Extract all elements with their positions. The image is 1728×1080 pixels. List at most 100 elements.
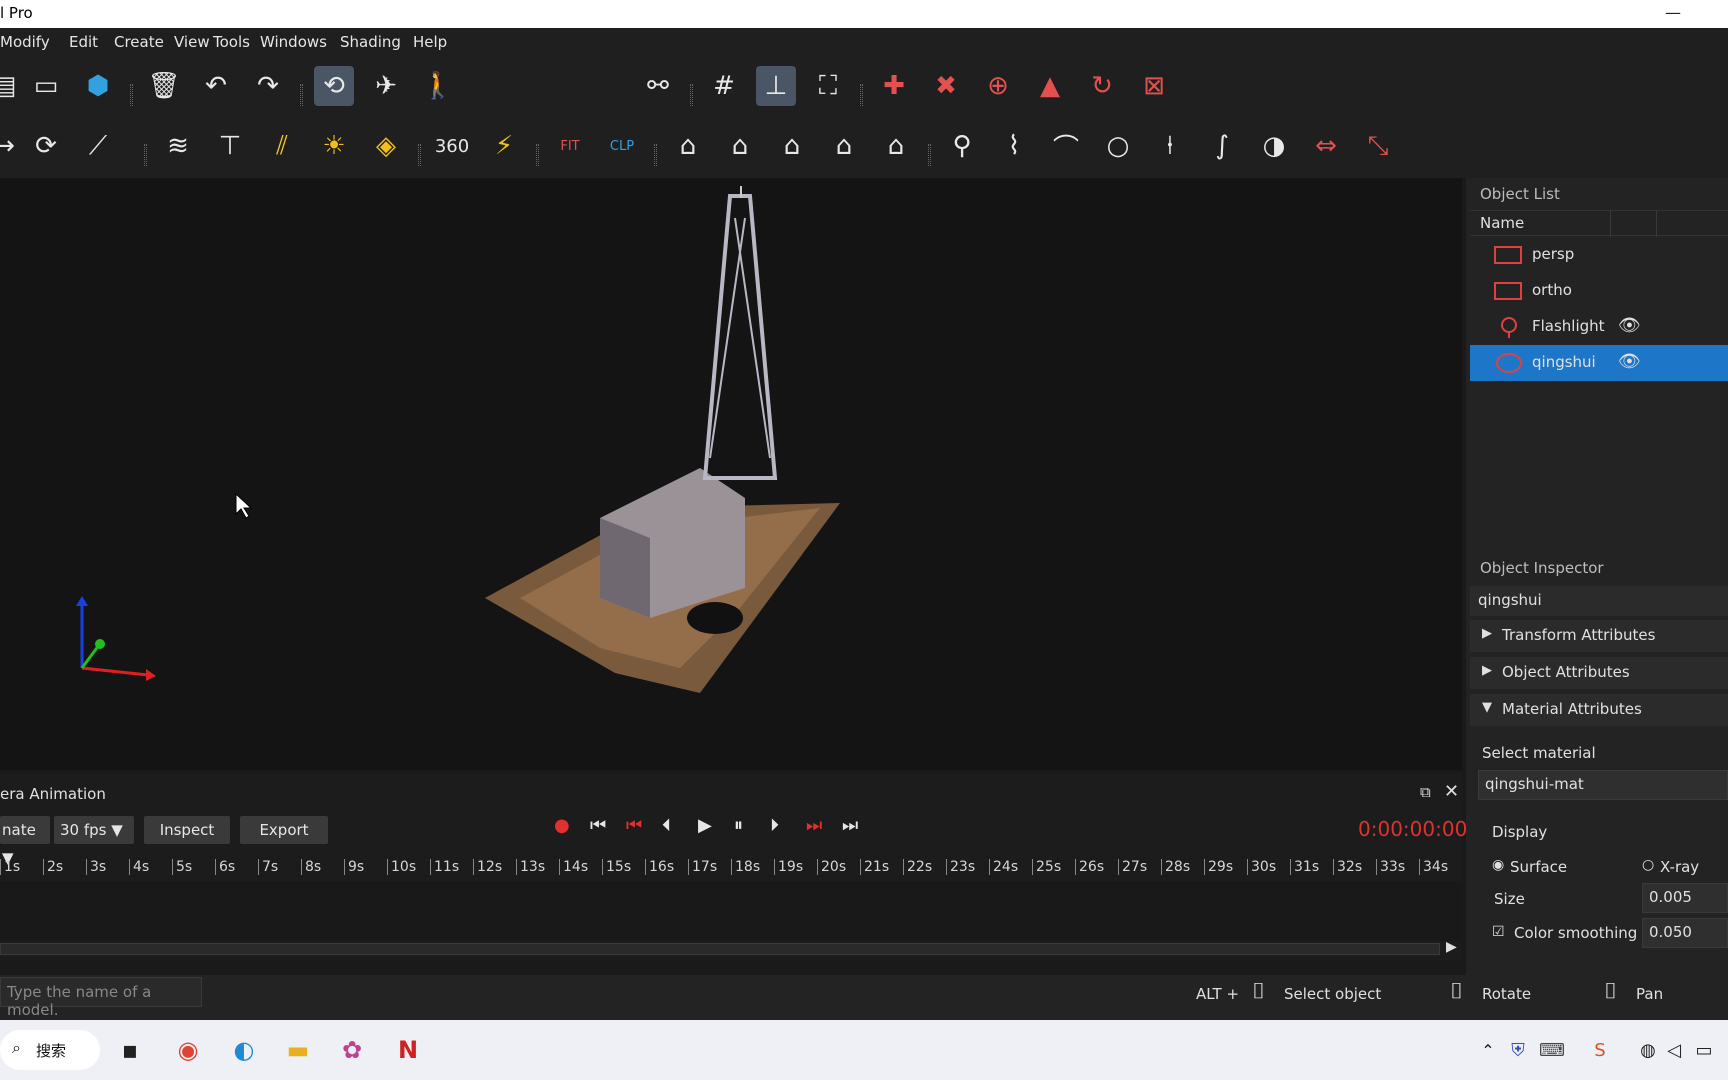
sphere-cut-icon[interactable]: ◑	[1254, 126, 1294, 166]
menu-tools[interactable]: Tools	[213, 33, 250, 51]
taskbar-search[interactable]: ⌕ 搜索	[0, 1030, 100, 1070]
camera-zoom-icon[interactable]: ⊕	[978, 66, 1018, 106]
model-cube-icon[interactable]: ⬢	[78, 66, 118, 106]
timeline-track[interactable]	[0, 881, 1462, 941]
grid-icon[interactable]: #	[704, 66, 744, 106]
section-material-attributes[interactable]: ▼ Material Attributes	[1470, 694, 1728, 726]
circle-icon[interactable]: ○	[1098, 126, 1138, 166]
measure-icon[interactable]: ⟋	[78, 126, 118, 166]
axes-icon[interactable]: ⊥	[756, 66, 796, 106]
link-icon[interactable]: ⚯	[638, 66, 678, 106]
drone-icon[interactable]: ✈	[366, 66, 406, 106]
tag-point-icon[interactable]: ⌂	[772, 126, 812, 166]
chrome-icon[interactable]: ◉	[170, 1032, 206, 1068]
timeline-ruler[interactable]: 1s 2s 3s 4s 5s 6s 7s 8s 9s 10s 11s 12s 13s 14s 15s 16s 1…	[0, 859, 1462, 879]
eye-icon[interactable]: 👁	[1618, 351, 1641, 372]
skip-to-end-icon[interactable]: ⏭	[842, 815, 858, 836]
restore-panel-icon[interactable]: ⧉	[1420, 783, 1431, 801]
record-icon[interactable]: ●	[554, 815, 570, 836]
section-transform-attributes[interactable]: ▶ Transform Attributes	[1470, 620, 1728, 652]
menu-create[interactable]: Create	[114, 33, 164, 51]
section-object-attributes[interactable]: ▶ Object Attributes	[1470, 657, 1728, 689]
step-back-icon[interactable]: ⏴	[662, 815, 671, 836]
walk-icon[interactable]: 🚶	[418, 66, 458, 106]
play-icon[interactable]: ▶	[698, 815, 712, 836]
color-smoothing-input[interactable]: 0.050	[1642, 918, 1728, 948]
menu-shading[interactable]: Shading	[340, 33, 401, 51]
fit-view-icon[interactable]: ⛶	[808, 66, 848, 106]
menu-edit[interactable]: Edit	[69, 33, 98, 51]
menu-windows[interactable]: Windows	[260, 33, 327, 51]
clip-icon[interactable]: CLP	[602, 126, 642, 166]
undo-icon[interactable]: ↶	[196, 66, 236, 106]
remove-camera-icon[interactable]: ✖	[926, 66, 966, 106]
object-row-ortho[interactable]: ortho	[1470, 273, 1728, 309]
menu-help[interactable]: Help	[413, 33, 447, 51]
material-select[interactable]: qingshui-mat	[1478, 770, 1728, 800]
column-name[interactable]: Name	[1480, 214, 1524, 232]
tag-edit-icon[interactable]: ⌂	[720, 126, 760, 166]
tag-link-icon[interactable]: ⌂	[824, 126, 864, 166]
camera-delete-icon[interactable]: ⊠	[1134, 66, 1174, 106]
save-icon[interactable]: ▤	[0, 66, 24, 106]
fps-select[interactable]: 30 fps ▼	[54, 816, 134, 844]
360-view-icon[interactable]: 360	[432, 126, 472, 166]
size-input[interactable]: 0.005	[1642, 883, 1728, 913]
pause-icon[interactable]: ⏸	[734, 815, 743, 836]
shield-icon[interactable]: ⛨	[1500, 1032, 1536, 1068]
viewport-canvas[interactable]	[0, 178, 1462, 770]
task-view-icon[interactable]: ▪	[112, 1032, 148, 1068]
distance-icon[interactable]: ⇔	[1306, 126, 1346, 166]
delete-icon[interactable]: 🗑	[144, 66, 184, 106]
app-n-icon[interactable]: N	[390, 1032, 426, 1068]
radio-xray[interactable]: ○	[1642, 857, 1654, 873]
layers-icon[interactable]: ≋	[158, 126, 198, 166]
light-icon[interactable]: ◈	[366, 126, 406, 166]
eye-icon[interactable]: 👁	[1618, 315, 1641, 336]
camera-move-icon[interactable]: ▲	[1030, 66, 1070, 106]
add-camera-icon[interactable]: ✚	[874, 66, 914, 106]
curve-icon[interactable]: ∫	[1202, 126, 1242, 166]
prev-key-icon[interactable]: ⏮	[626, 815, 642, 836]
object-row-persp[interactable]: persp	[1470, 237, 1728, 273]
battery-icon[interactable]: ▭	[1686, 1032, 1722, 1068]
lamp-icon[interactable]: ⚲	[942, 126, 982, 166]
radio-surface[interactable]: ◉	[1492, 857, 1504, 873]
photos-icon[interactable]: ✿	[334, 1032, 370, 1068]
keyboard-icon[interactable]: ⌨	[1534, 1032, 1570, 1068]
inspect-button[interactable]: Inspect	[144, 816, 230, 844]
next-key-icon[interactable]: ⏭	[806, 815, 822, 836]
tag-grid-icon[interactable]: ⌂	[668, 126, 708, 166]
step-forward-icon[interactable]: ⏵	[770, 815, 779, 836]
object-row-flashlight[interactable]: Flashlight 👁	[1470, 309, 1728, 345]
sun-icon[interactable]: ☀	[314, 126, 354, 166]
model-search-input[interactable]: Type the name of a model.	[0, 977, 202, 1019]
arrow-icon[interactable]: →	[0, 126, 24, 166]
refresh-icon[interactable]: ⟳	[26, 126, 66, 166]
redo-icon[interactable]: ↷	[248, 66, 288, 106]
minimize-button[interactable]: —	[1650, 0, 1696, 28]
file-explorer-icon[interactable]: ▬	[280, 1032, 316, 1068]
camera-rotate-icon[interactable]: ↻	[1082, 66, 1122, 106]
fit-icon[interactable]: FIT	[550, 126, 590, 166]
tag-add-icon[interactable]: ⌂	[876, 126, 916, 166]
edge-icon[interactable]: ◐	[226, 1032, 262, 1068]
export-button[interactable]: Export	[240, 816, 328, 844]
polyline-icon[interactable]: ⌇	[994, 126, 1034, 166]
arc-icon[interactable]: ⌒	[1046, 126, 1086, 166]
lines-icon[interactable]: ⫽	[262, 126, 302, 166]
open-folder-icon[interactable]: ▭	[26, 66, 66, 106]
hammer-icon[interactable]: ⊤	[210, 126, 250, 166]
orbit-icon[interactable]: ⟲	[314, 66, 354, 106]
tray-app-icon[interactable]: S	[1582, 1032, 1618, 1068]
mode-select[interactable]: nate ▼	[0, 816, 50, 867]
color-smoothing-checkbox[interactable]: ☑	[1492, 924, 1505, 940]
path-icon[interactable]: ⤡	[1358, 126, 1398, 166]
timeline-scrollbar[interactable]	[0, 943, 1440, 955]
pin-icon[interactable]: ⍿	[1150, 126, 1190, 166]
skip-to-start-icon[interactable]: ⏮	[590, 815, 606, 836]
inspector-object-name[interactable]: qingshui	[1470, 586, 1728, 616]
object-row-qingshui[interactable]: qingshui 👁	[1470, 345, 1728, 381]
lightning-icon[interactable]: ⚡	[484, 126, 524, 166]
scroll-right-icon[interactable]: ▶	[1446, 939, 1457, 955]
